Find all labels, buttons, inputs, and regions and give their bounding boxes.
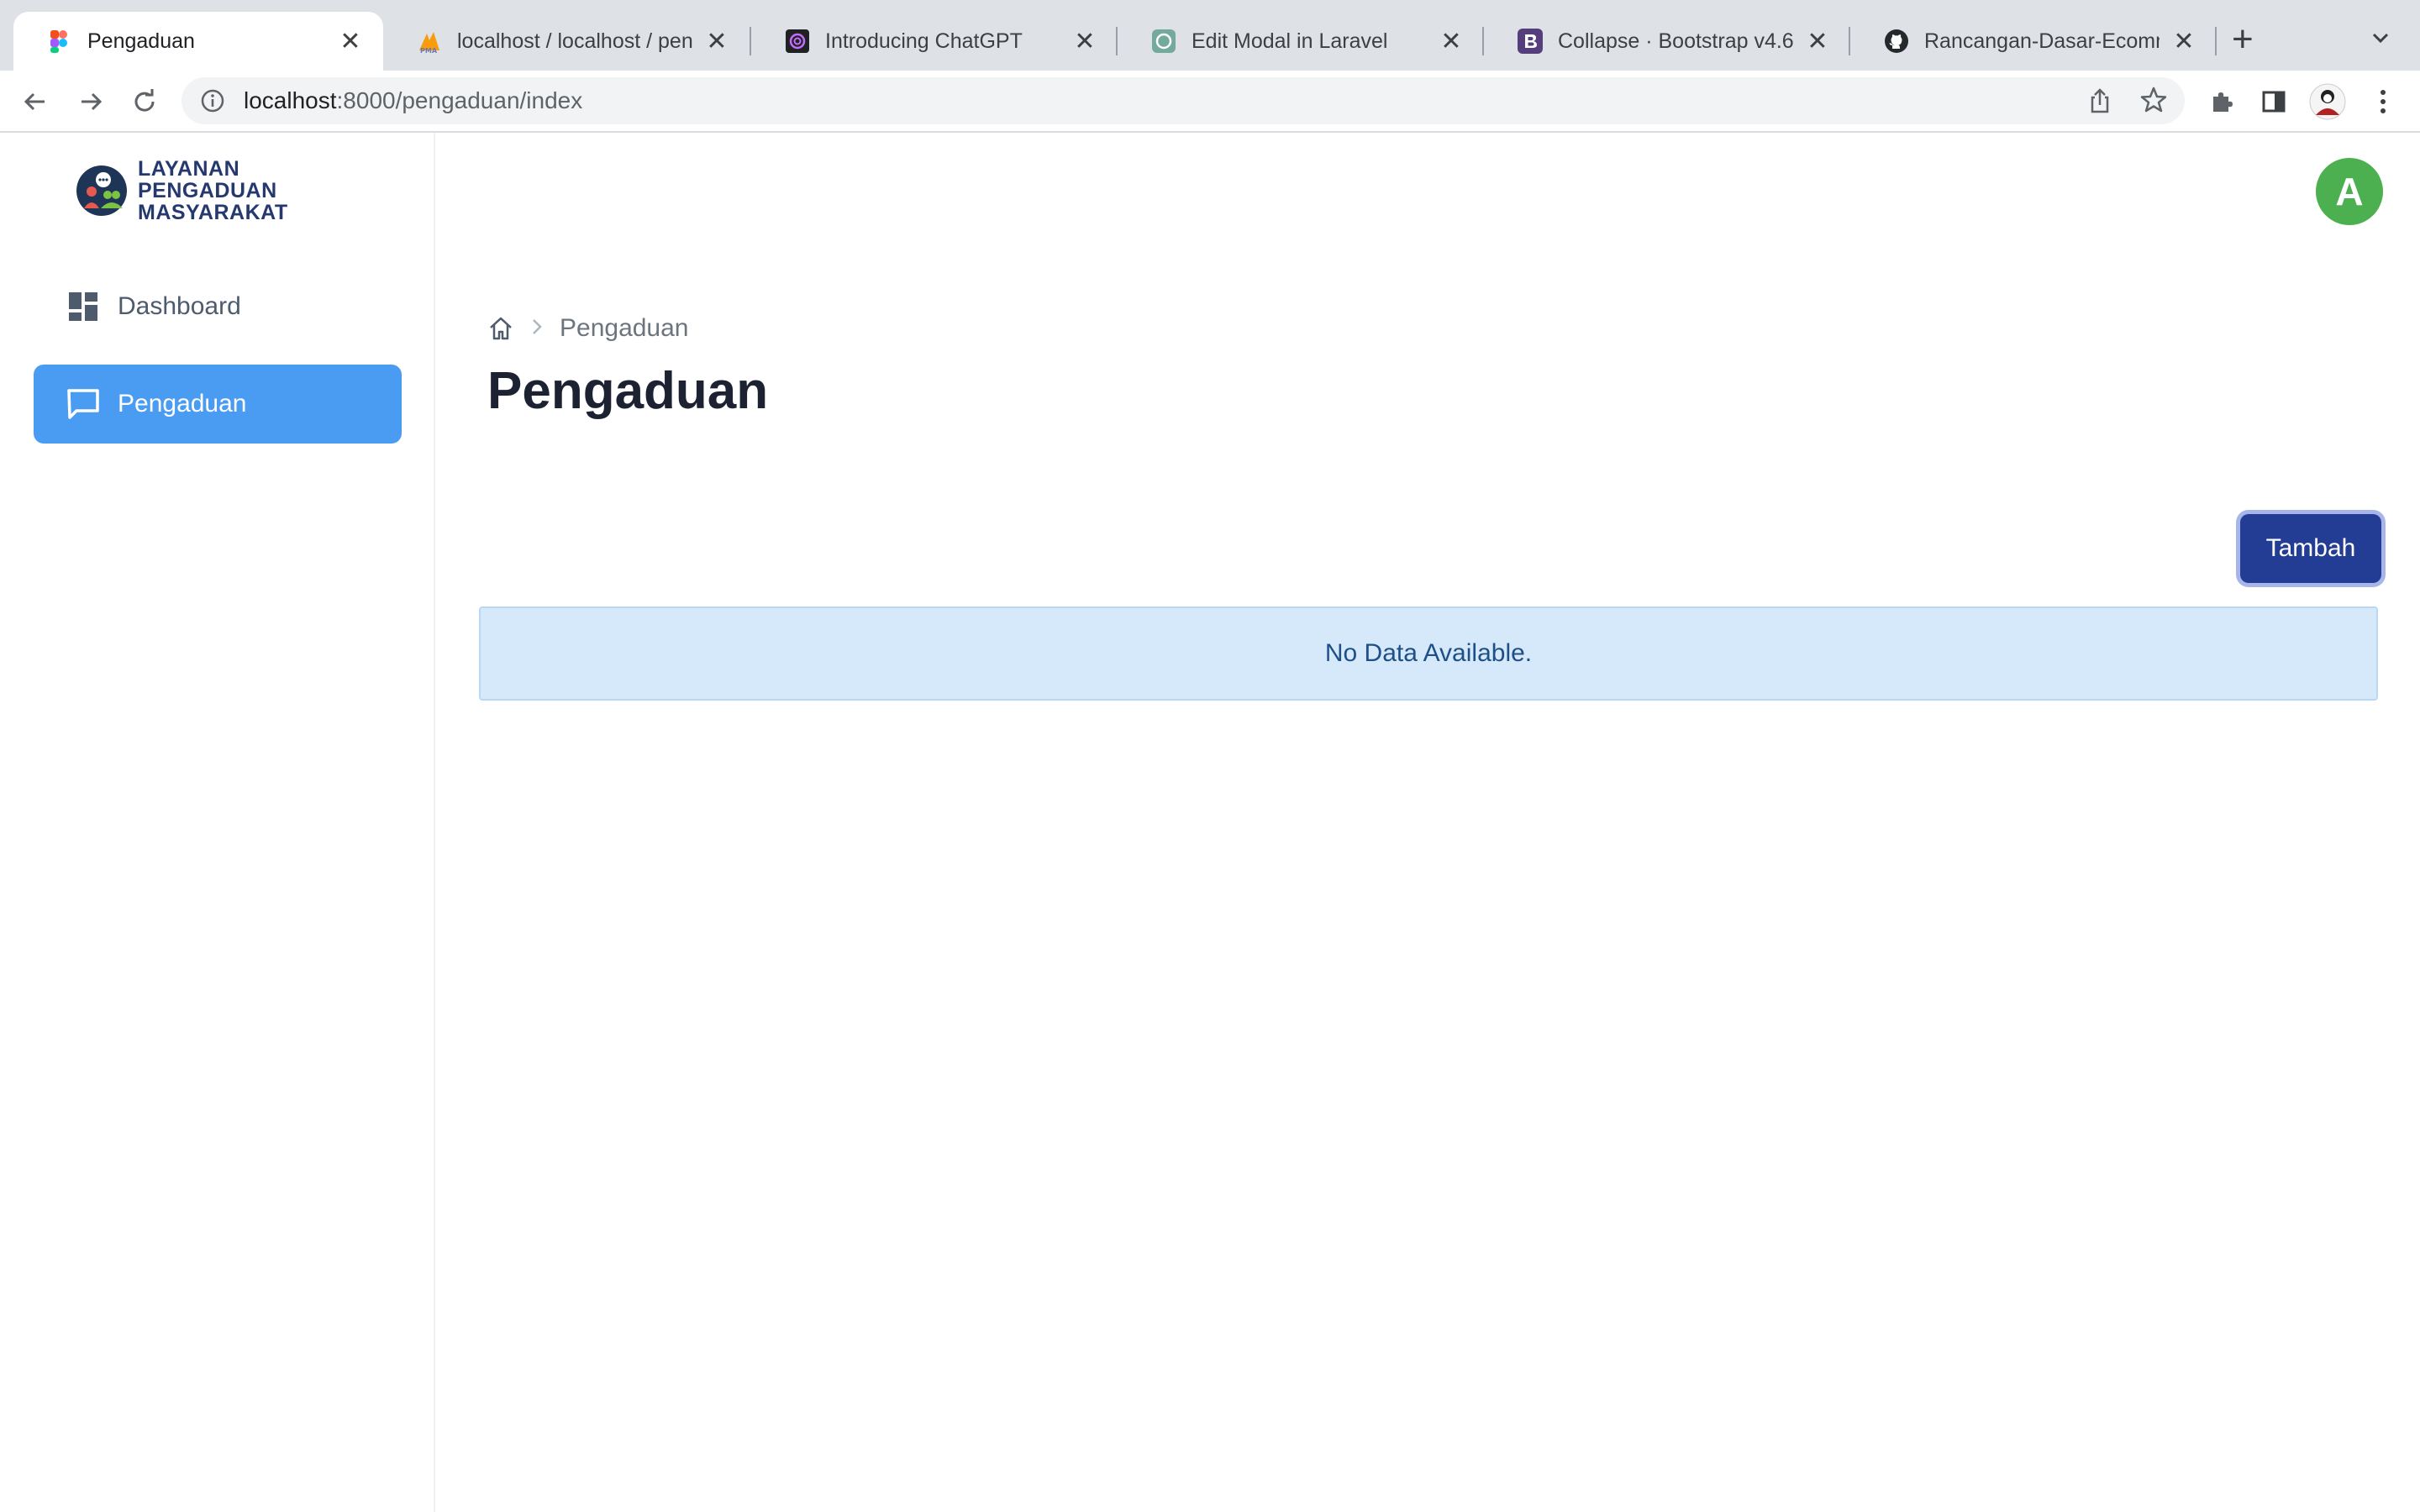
openai-favicon-icon	[1151, 29, 1176, 54]
sidebar-item-label: Dashboard	[118, 292, 241, 320]
sidebar: LAYANAN PENGADUAN MASYARAKAT Dashboard P…	[0, 133, 435, 1512]
brand-name: LAYANAN PENGADUAN MASYARAKAT	[138, 158, 288, 223]
chevron-down-icon	[2372, 33, 2389, 44]
back-button[interactable]	[12, 71, 59, 133]
forward-button[interactable]	[67, 71, 114, 133]
tab-title: Introducing ChatGPT	[825, 29, 1023, 53]
figma-like-favicon-icon	[47, 29, 72, 54]
reload-icon	[134, 89, 155, 112]
profile-button[interactable]	[2304, 71, 2351, 133]
url-path: :8000/pengaduan/index	[336, 87, 583, 113]
breadcrumb-current: Pengaduan	[560, 314, 689, 342]
tab-title: Edit Modal in Laravel	[1192, 29, 1388, 53]
tab-github[interactable]: Rancangan-Dasar-Ecomme ✕	[1850, 12, 2217, 71]
puzzle-icon	[2213, 92, 2233, 112]
reload-button[interactable]	[121, 71, 168, 133]
close-tab-icon[interactable]: ✕	[704, 27, 729, 56]
brand-line: PENGADUAN	[138, 179, 277, 202]
tab-title: localhost / localhost / peng	[457, 29, 692, 53]
sidebar-item-pengaduan[interactable]: Pengaduan	[34, 365, 402, 444]
profile-avatar-icon	[2309, 83, 2346, 120]
browser-toolbar: localhost:8000/pengaduan/index	[0, 71, 2420, 133]
svg-text:PMA: PMA	[420, 47, 438, 54]
tab-title: Pengaduan	[87, 29, 195, 53]
address-bar[interactable]: localhost:8000/pengaduan/index	[182, 77, 2185, 124]
github-favicon-icon	[1884, 29, 1909, 54]
phpmyadmin-favicon-icon: PMA	[417, 29, 442, 54]
add-button[interactable]: Tambah	[2240, 514, 2381, 583]
tab-pengaduan[interactable]: Pengaduan ✕	[13, 12, 383, 71]
bootstrap-favicon-icon	[1518, 29, 1543, 54]
user-avatar[interactable]: A	[2316, 158, 2383, 225]
sidebar-item-dashboard[interactable]: Dashboard	[34, 267, 402, 346]
chevron-right-icon	[531, 316, 543, 342]
info-icon[interactable]	[200, 88, 225, 113]
new-tab-button[interactable]: +	[2232, 18, 2254, 60]
tab-edit-modal[interactable]: Edit Modal in Laravel ✕	[1118, 12, 1484, 71]
close-tab-icon[interactable]: ✕	[2171, 27, 2196, 56]
browser-tab-bar: Pengaduan ✕ PMA localhost / localhost / …	[0, 0, 2420, 71]
share-icon[interactable]	[2087, 87, 2112, 120]
grid-icon	[66, 289, 101, 324]
arrow-left-icon	[24, 92, 45, 111]
close-tab-icon[interactable]: ✕	[1072, 27, 1097, 56]
brand-line: LAYANAN	[138, 157, 240, 181]
top-header	[437, 133, 2420, 250]
brand-line: MASYARAKAT	[138, 201, 288, 224]
tab-separator	[2215, 27, 2217, 55]
brand-logo-icon	[76, 165, 127, 216]
tab-chatgpt[interactable]: Introducing ChatGPT ✕	[751, 12, 1118, 71]
page-title: Pengaduan	[487, 362, 769, 420]
side-panel-icon	[2262, 91, 2286, 113]
side-panel-button[interactable]	[2250, 71, 2297, 133]
tab-phpmyadmin[interactable]: PMA localhost / localhost / peng ✕	[383, 12, 750, 71]
chat-icon	[66, 386, 101, 422]
url-host: localhost	[244, 87, 337, 113]
tab-title: Collapse · Bootstrap v4.6	[1558, 29, 1793, 53]
empty-state-alert: No Data Available.	[479, 606, 2378, 701]
extensions-button[interactable]	[2198, 71, 2245, 133]
tab-title: Rancangan-Dasar-Ecomme	[1924, 29, 2160, 53]
home-icon[interactable]	[487, 315, 514, 342]
sidebar-item-label: Pengaduan	[118, 390, 247, 417]
more-vert-icon	[2381, 90, 2386, 113]
tab-search-button[interactable]	[2368, 25, 2393, 55]
close-tab-icon[interactable]: ✕	[1805, 27, 1830, 56]
arrow-right-icon	[82, 92, 103, 111]
close-tab-icon[interactable]: ✕	[1439, 27, 1464, 56]
bookmark-star-icon[interactable]	[2139, 86, 2168, 120]
close-tab-icon[interactable]: ✕	[338, 27, 363, 56]
tab-bootstrap[interactable]: Collapse · Bootstrap v4.6 ✕	[1484, 12, 1850, 71]
empty-state-message: No Data Available.	[1324, 639, 1533, 667]
brand-logo-link[interactable]: LAYANAN PENGADUAN MASYARAKAT	[76, 158, 288, 223]
chatgpt-favicon-icon	[785, 29, 810, 54]
browser-menu-button[interactable]	[2360, 71, 2407, 133]
breadcrumb: Pengaduan	[487, 314, 689, 343]
